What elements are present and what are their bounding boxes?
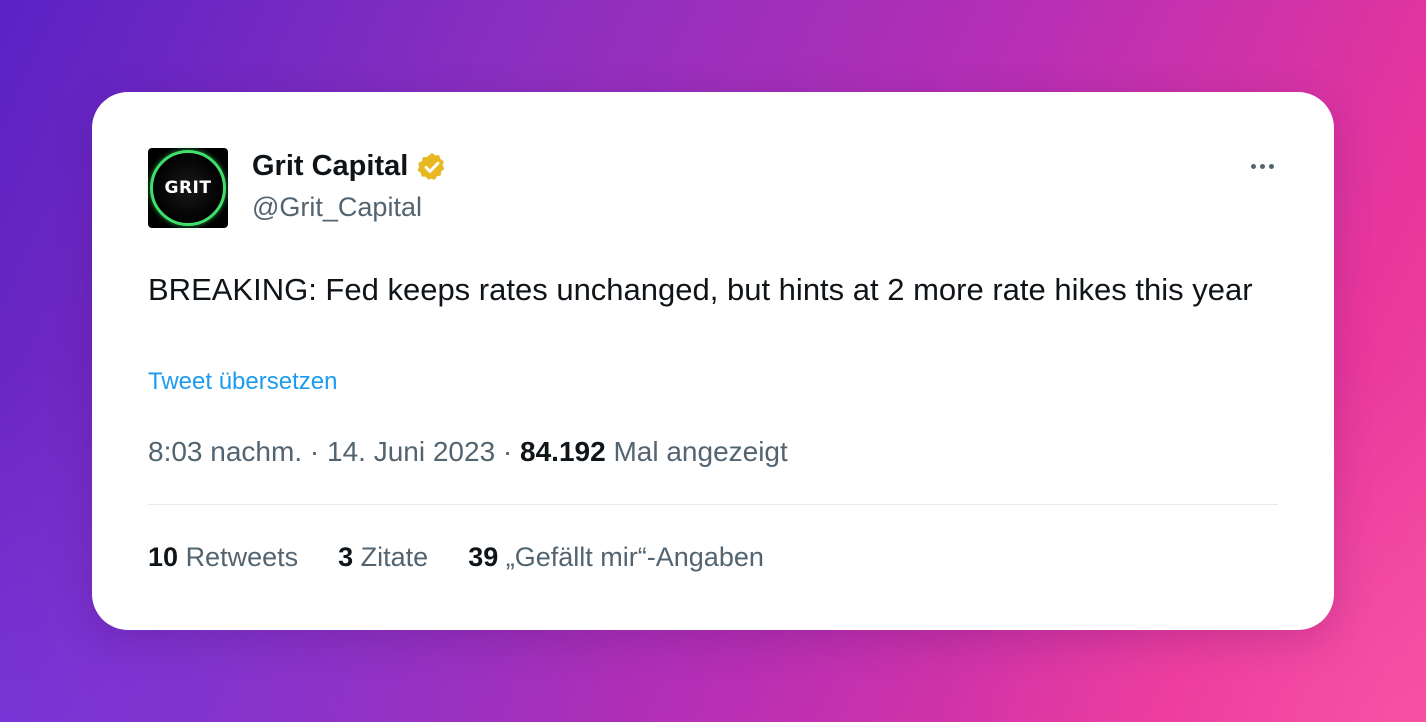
verified-badge-icon [416,151,448,183]
author-name-row: Grit Capital [252,150,448,183]
tweet-card: GRIT Grit Capital @Grit_Capital BREAKING… [92,92,1334,630]
tweet-date[interactable]: 14. Juni 2023 [327,436,495,467]
quotes-stat[interactable]: 3 Zitate [338,542,428,573]
author-handle[interactable]: @Grit_Capital [252,192,422,223]
translate-tweet-link[interactable]: Tweet übersetzen [148,368,337,396]
author-display-name[interactable]: Grit Capital [252,150,408,183]
tweet-time[interactable]: 8:03 nachm. [148,436,302,467]
views-count: 84.192 [520,436,606,467]
retweets-label: Retweets [185,542,299,572]
views-label: Mal angezeigt [613,436,788,467]
retweets-count: 10 [148,542,179,572]
likes-stat[interactable]: 39 „Gefällt mir“-Angaben [468,542,764,573]
avatar-text: GRIT [164,178,212,198]
more-options-icon[interactable] [1246,154,1278,178]
likes-count: 39 [468,542,499,572]
quotes-count: 3 [338,542,354,572]
likes-label: „Gefällt mir“-Angaben [505,542,764,572]
meta-separator: · [495,436,521,467]
meta-separator: · [302,436,327,467]
quotes-label: Zitate [360,542,429,572]
engagement-stats: 10 Retweets 3 Zitate 39 „Gefällt mir“-An… [148,542,804,573]
tweet-meta-row: 8:03 nachm. · 14. Juni 2023 · 84.192 Mal… [148,436,788,468]
divider [148,504,1278,505]
avatar[interactable]: GRIT [148,148,228,228]
tweet-text: BREAKING: Fed keeps rates unchanged, but… [148,272,1253,307]
avatar-logo: GRIT [150,150,226,226]
retweets-stat[interactable]: 10 Retweets [148,542,298,573]
